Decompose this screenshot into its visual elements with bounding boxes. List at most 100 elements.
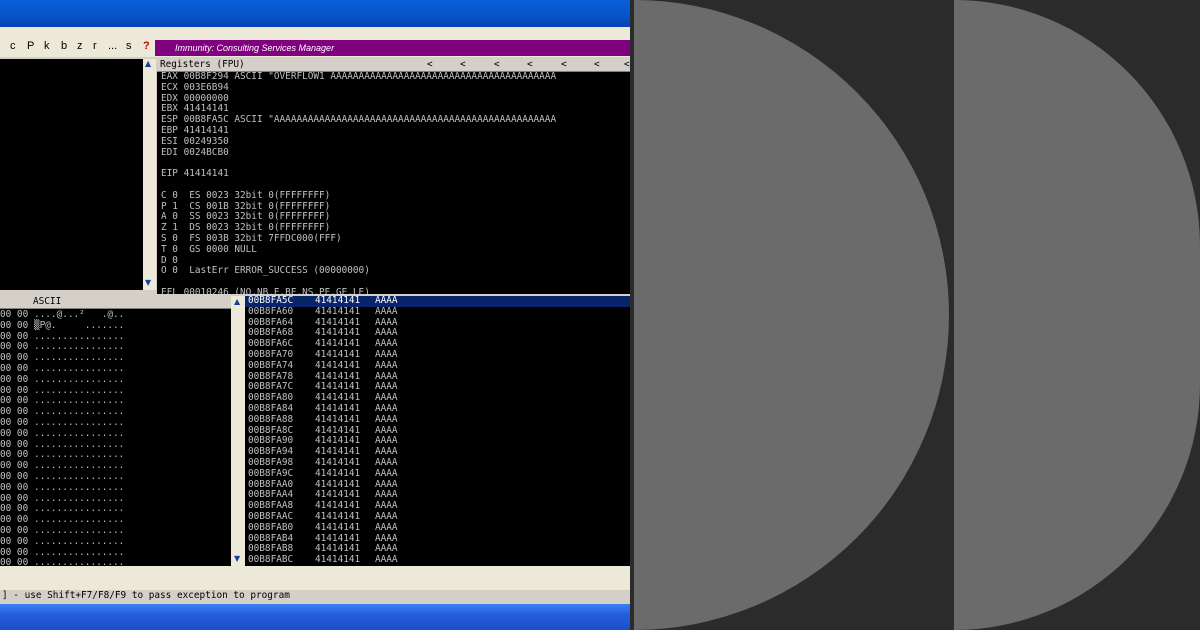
nav-arrow[interactable]: < [561, 59, 567, 71]
stack-ascii: AAAA [375, 305, 398, 317]
dump-hex-column: 00 00 00 00 00 00 00 00 00 00 00 00 00 00 00 00… [0, 309, 28, 566]
stack-row[interactable]: 00B8FA94 41414141 AAAA [245, 446, 630, 458]
scroll-down-icon[interactable]: ▼ [145, 278, 151, 287]
register-line[interactable]: EFL 00010246 (NO,NB,E,BE,NS,PE,GE,LE) [161, 287, 556, 294]
register-line[interactable]: T 0 GS 0000 NULL [161, 244, 556, 256]
stack-row[interactable]: 00B8FAA4 41414141 AAAA [245, 490, 630, 501]
registers-title: Registers (FPU) [160, 59, 245, 70]
decorative-area [630, 0, 1200, 630]
stack-row[interactable]: 00B8FA84 41414141 AAAA [245, 403, 630, 415]
register-list: EAX 00B8F294 ASCII "OVERFLOW1 AAAAAAAAAA… [161, 71, 556, 294]
toolbar-button-more[interactable]: ... [108, 40, 117, 52]
register-line[interactable]: EIP 41414141 [161, 168, 556, 180]
register-line[interactable]: ESI 00249350 [161, 136, 556, 148]
stack-row[interactable]: 00B8FA88 41414141 AAAA [245, 413, 630, 426]
stack-row[interactable]: 00B8FABC 41414141 AAAA [245, 554, 630, 566]
register-line[interactable]: O 0 LastErr ERROR_SUCCESS (00000000) [161, 266, 556, 277]
stack-row[interactable]: 00B8FA9C 41414141 AAAA [245, 467, 630, 480]
dump-ascii-cell[interactable]: ................ [34, 482, 124, 494]
toolbar-button-p[interactable]: P [27, 40, 34, 52]
stack-row[interactable]: 00B8FA8C 41414141 AAAA [245, 425, 630, 437]
stack-row[interactable]: 00B8FAB4 41414141 AAAA [245, 533, 630, 545]
semicircle-shape [954, 0, 1200, 630]
toolbar-button-r[interactable]: r [93, 40, 97, 52]
stack-address: 00B8FAB0 [248, 521, 294, 533]
scroll-up-icon[interactable]: ▲ [234, 297, 240, 306]
nav-arrow[interactable]: < [527, 59, 533, 71]
register-line[interactable]: C 0 ES 0023 32bit 0(FFFFFFFF) [161, 190, 556, 202]
debugger-window: c P k b z r ... s ? Immunity: Consulting… [0, 0, 630, 630]
stack-ascii: AAAA [375, 413, 398, 425]
semicircle-shape [634, 0, 949, 630]
registers-pane: Registers (FPU) < < < < < < < EAX 00B8F2… [157, 59, 630, 294]
stack-list: 00B8FA5C 41414141 AAAA 00B8FA60 41414141 AAAA… [245, 296, 630, 566]
bottom-panel [0, 566, 630, 590]
banner-text: Immunity: Consulting Services Manager [155, 40, 630, 56]
stack-value: 41414141 [315, 305, 361, 317]
nav-arrow[interactable]: < [460, 59, 466, 71]
stack-row[interactable]: 00B8FA7C 41414141 AAAA [245, 382, 630, 393]
stack-row[interactable]: 00B8FA98 41414141 AAAA [245, 457, 630, 469]
stack-row[interactable]: 00B8FAB0 41414141 AAAA [245, 521, 630, 534]
dump-hex-cell[interactable]: 00 00 [0, 374, 28, 386]
scroll-down-icon[interactable]: ▼ [234, 554, 240, 563]
dump-hex-cell[interactable]: 00 00 [0, 320, 28, 332]
dump-ascii-cell[interactable]: ................ [34, 374, 124, 386]
dump-hex-cell[interactable]: 00 00 [0, 482, 28, 494]
stack-row[interactable]: 00B8FA90 41414141 AAAA [245, 436, 630, 447]
dump-header: ASCII [0, 296, 231, 309]
toolbar-button-k[interactable]: k [44, 40, 50, 52]
stack-row[interactable]: 00B8FA70 41414141 AAAA [245, 349, 630, 361]
taskbar [0, 604, 630, 630]
stack-address: 00B8FA74 [248, 359, 294, 371]
menu-strip [0, 27, 630, 39]
dump-ascii-cell[interactable]: ▒P@. ....... [34, 320, 124, 332]
dump-ascii-cell[interactable]: ................ [34, 428, 124, 440]
dump-ascii-cell[interactable]: ................ [34, 558, 124, 566]
title-bar [0, 0, 630, 27]
nav-arrow[interactable]: < [494, 59, 500, 71]
nav-arrow[interactable]: < [594, 59, 600, 71]
stack-ascii: AAAA [375, 554, 398, 566]
stack-value: 41414141 [315, 413, 361, 425]
stack-row[interactable]: 00B8FAAC 41414141 AAAA [245, 511, 630, 523]
stack-row[interactable]: 00B8FA74 41414141 AAAA [245, 359, 630, 372]
stack-address: 00B8FA60 [248, 305, 294, 317]
stack-ascii: AAAA [375, 359, 398, 371]
stack-row[interactable]: 00B8FAB8 41414141 AAAA [245, 544, 630, 555]
cpu-scrollbar[interactable]: ▲ ▼ [143, 59, 156, 290]
cpu-pane [0, 59, 143, 290]
dump-hex-cell[interactable]: 00 00 [0, 536, 28, 548]
stack-address: 00B8FABC [248, 554, 294, 566]
stack-value: 41414141 [315, 521, 361, 533]
stack-row[interactable]: 00B8FA68 41414141 AAAA [245, 328, 630, 339]
register-line[interactable]: EDI 0024BCB0 [161, 147, 556, 159]
stack-ascii: AAAA [375, 521, 398, 533]
stack-row[interactable]: 00B8FA60 41414141 AAAA [245, 305, 630, 318]
register-line[interactable]: ECX 003E6B94 [161, 82, 556, 94]
stack-row[interactable]: 00B8FAA8 41414141 AAAA [245, 500, 630, 512]
stack-address: 00B8FA9C [248, 467, 294, 479]
nav-arrow[interactable]: < [624, 59, 630, 71]
stack-value: 41414141 [315, 554, 361, 566]
stack-row[interactable]: 00B8FA78 41414141 AAAA [245, 371, 630, 383]
toolbar-button-c[interactable]: c [10, 40, 16, 52]
help-button[interactable]: ? [143, 40, 150, 52]
stack-row[interactable]: 00B8FA5C 41414141 AAAA [245, 296, 630, 307]
stack-row[interactable]: 00B8FA64 41414141 AAAA [245, 317, 630, 329]
dump-hex-cell[interactable]: 00 00 [0, 428, 28, 440]
dump-ascii-cell[interactable]: ................ [34, 536, 124, 548]
stack-row[interactable]: 00B8FA6C 41414141 AAAA [245, 338, 630, 350]
toolbar-button-b[interactable]: b [61, 40, 67, 52]
nav-arrow[interactable]: < [427, 59, 433, 71]
stack-row[interactable]: 00B8FAA0 41414141 AAAA [245, 479, 630, 491]
stack-ascii: AAAA [375, 467, 398, 479]
dump-hex-cell[interactable]: 00 00 [0, 558, 28, 566]
toolbar-button-s[interactable]: s [126, 40, 132, 52]
stack-value: 41414141 [315, 359, 361, 371]
stack-scrollbar[interactable]: ▲ ▼ [231, 296, 245, 566]
scroll-up-icon[interactable]: ▲ [145, 59, 151, 68]
stack-pane: 00B8FA5C 41414141 AAAA 00B8FA60 41414141 AAAA… [245, 296, 630, 566]
stack-row[interactable]: 00B8FA80 41414141 AAAA [245, 392, 630, 404]
toolbar-button-z[interactable]: z [77, 40, 83, 52]
